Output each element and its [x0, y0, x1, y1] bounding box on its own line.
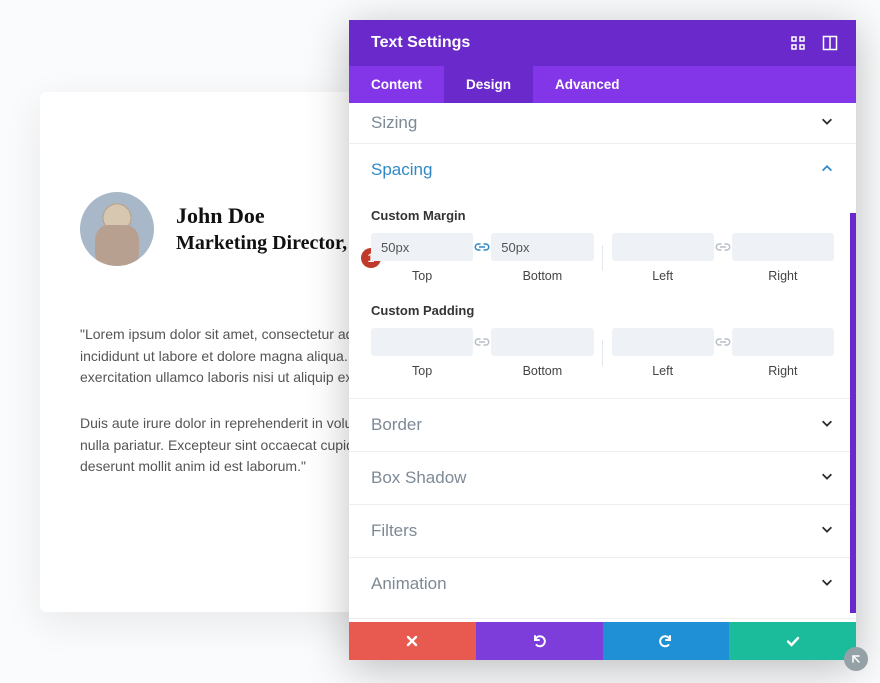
section-animation[interactable]: Animation	[349, 557, 856, 610]
tab-bar: Content Design Advanced	[349, 66, 856, 103]
padding-bottom-label: Bottom	[491, 364, 593, 378]
section-sizing-title: Sizing	[371, 113, 417, 133]
padding-grid: Top Bottom Left	[371, 328, 834, 378]
columns-icon[interactable]	[822, 35, 838, 51]
avatar	[80, 192, 154, 266]
margin-left-input[interactable]	[612, 233, 714, 261]
separator	[602, 340, 603, 366]
padding-top-label: Top	[371, 364, 473, 378]
chevron-down-icon	[820, 522, 834, 541]
margin-grid: 1 Top Bottom	[371, 233, 834, 283]
section-spacing[interactable]: Spacing	[349, 143, 856, 196]
chevron-down-icon	[820, 575, 834, 594]
padding-left-input[interactable]	[612, 328, 714, 356]
section-boxshadow-title: Box Shadow	[371, 468, 466, 488]
padding-right-label: Right	[732, 364, 834, 378]
custom-padding-label: Custom Padding	[371, 303, 834, 318]
section-spacing-title: Spacing	[371, 160, 432, 180]
spacing-content: Custom Margin 1 Top Bottom	[349, 208, 856, 398]
tab-design[interactable]: Design	[444, 66, 533, 103]
link-icon[interactable]	[714, 335, 732, 349]
save-button[interactable]	[729, 622, 856, 660]
padding-right-input[interactable]	[732, 328, 834, 356]
tab-advanced[interactable]: Advanced	[533, 66, 642, 103]
section-filters-title: Filters	[371, 521, 417, 541]
section-boxshadow[interactable]: Box Shadow	[349, 451, 856, 504]
cancel-button[interactable]	[349, 622, 476, 660]
floating-action-button[interactable]	[844, 647, 868, 671]
chevron-down-icon	[820, 416, 834, 435]
redo-button[interactable]	[603, 622, 730, 660]
help-row[interactable]: ? Help	[349, 618, 856, 622]
custom-margin-label: Custom Margin	[371, 208, 834, 223]
chevron-up-icon	[820, 161, 834, 180]
link-icon[interactable]	[714, 240, 732, 254]
profile-title: Marketing Director, A	[176, 232, 365, 255]
section-border-title: Border	[371, 415, 422, 435]
panel-body[interactable]: Sizing Spacing Custom Margin 1 Top	[349, 103, 856, 622]
margin-top-input[interactable]	[371, 233, 473, 261]
separator	[602, 245, 603, 271]
footer-actions	[349, 622, 856, 660]
scrollbar[interactable]	[850, 213, 856, 613]
undo-button[interactable]	[476, 622, 603, 660]
section-filters[interactable]: Filters	[349, 504, 856, 557]
tab-content[interactable]: Content	[349, 66, 444, 103]
section-animation-title: Animation	[371, 574, 447, 594]
chevron-down-icon	[820, 114, 834, 133]
padding-left-label: Left	[612, 364, 714, 378]
padding-top-input[interactable]	[371, 328, 473, 356]
link-icon[interactable]	[473, 335, 491, 349]
margin-bottom-label: Bottom	[491, 269, 593, 283]
margin-bottom-input[interactable]	[491, 233, 593, 261]
link-icon[interactable]	[473, 240, 491, 254]
settings-panel: Text Settings Content Design Advanced Si…	[349, 20, 856, 660]
expand-icon[interactable]	[790, 35, 806, 51]
section-sizing[interactable]: Sizing	[349, 103, 856, 143]
margin-right-label: Right	[732, 269, 834, 283]
section-border[interactable]: Border	[349, 398, 856, 451]
chevron-down-icon	[820, 469, 834, 488]
profile-name: John Doe	[176, 203, 365, 228]
margin-right-input[interactable]	[732, 233, 834, 261]
padding-bottom-input[interactable]	[491, 328, 593, 356]
margin-left-label: Left	[612, 269, 714, 283]
margin-top-label: Top	[371, 269, 473, 283]
panel-header: Text Settings	[349, 20, 856, 66]
panel-title: Text Settings	[371, 34, 470, 52]
